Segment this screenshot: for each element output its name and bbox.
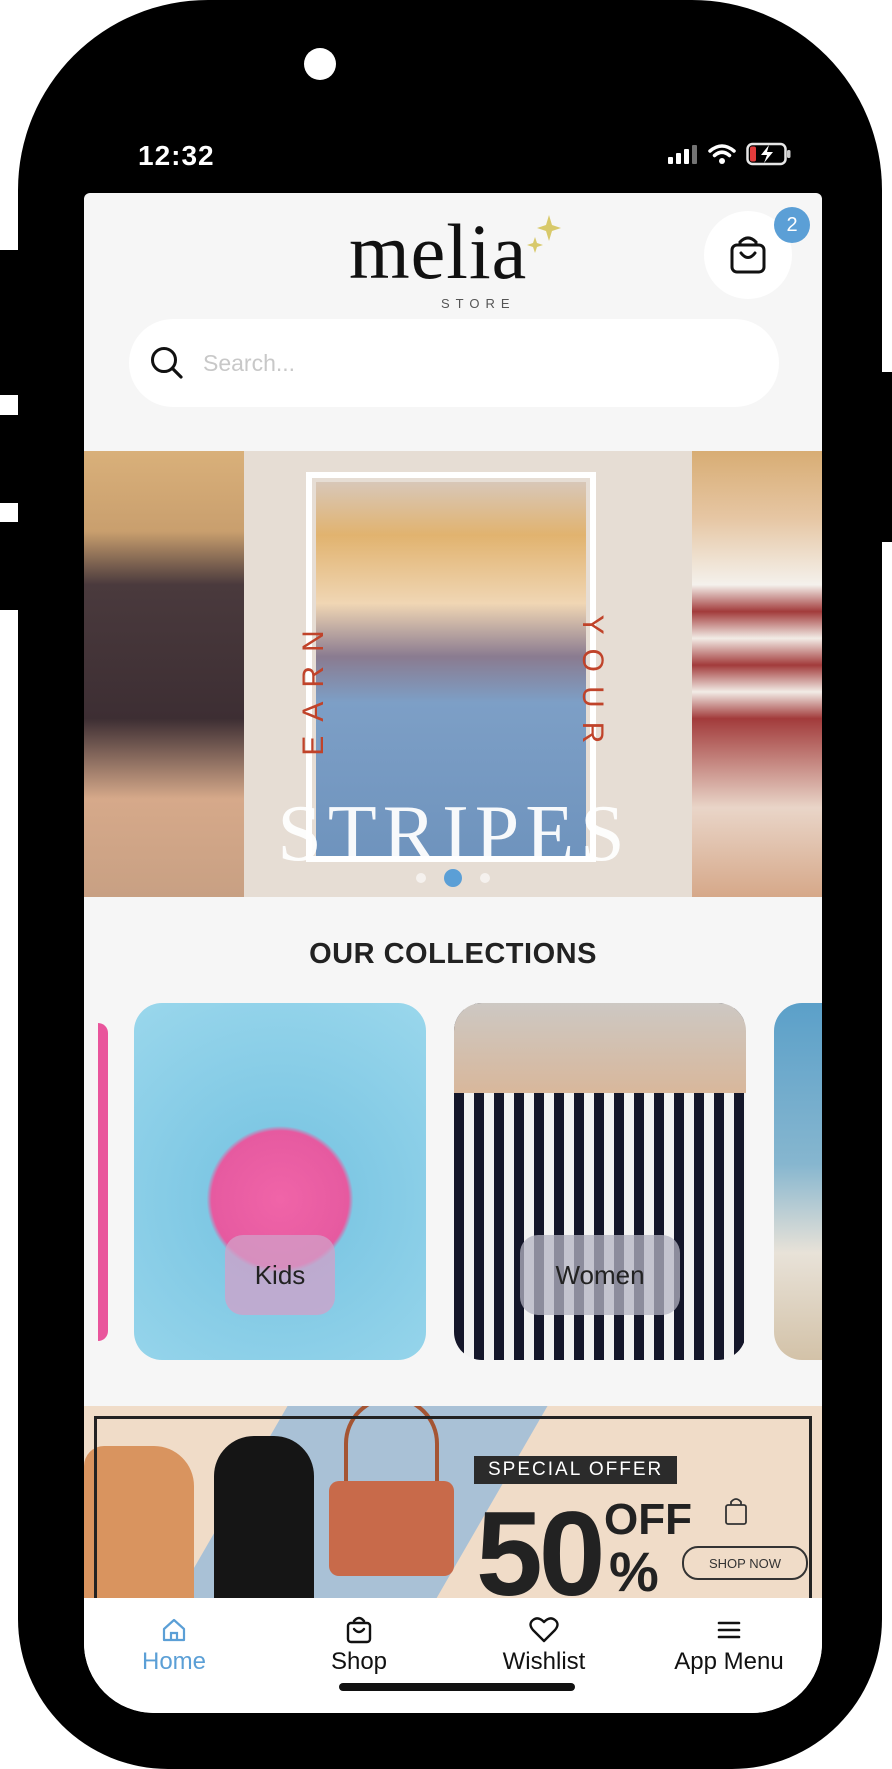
- cart-count-badge: 2: [774, 207, 810, 243]
- nav-label: Shop: [330, 1648, 388, 1675]
- nav-item-home[interactable]: Home: [84, 1616, 264, 1676]
- phone-frame: 12:32 melia STORE 2 Search... EARN YOUR …: [18, 0, 882, 1769]
- hero-text-main: STRIPES: [277, 790, 631, 878]
- promo-off-text: OFF: [604, 1495, 692, 1544]
- collection-card-partial[interactable]: [98, 1023, 108, 1341]
- wifi-icon: [708, 144, 736, 164]
- status-bar: 12:32: [18, 130, 882, 186]
- nav-item-wishlist[interactable]: Wishlist: [454, 1616, 634, 1676]
- hero-image-right: [692, 451, 822, 897]
- hero-text-left: EARN: [297, 616, 330, 756]
- menu-icon: [717, 1621, 741, 1639]
- special-offer-badge: SPECIAL OFFER: [474, 1456, 678, 1484]
- volume-down-button: [0, 522, 20, 610]
- collection-card-partial[interactable]: [774, 1003, 822, 1360]
- collection-label: Kids: [225, 1235, 335, 1315]
- nav-item-shop[interactable]: Shop: [269, 1616, 449, 1676]
- sparkle-icon: [527, 215, 561, 253]
- hero-text-right: YOUR: [576, 614, 609, 758]
- store-logo[interactable]: melia STORE: [349, 208, 561, 311]
- app-screen: melia STORE 2 Search... EARN YOUR STRIPE…: [84, 193, 822, 1713]
- nav-label: App Menu: [674, 1648, 784, 1675]
- logo-text: melia: [349, 208, 528, 295]
- carousel-dot-active[interactable]: [444, 869, 462, 887]
- mute-switch: [0, 250, 20, 395]
- home-icon: [162, 1618, 186, 1642]
- hero-image-left: [84, 451, 244, 897]
- nav-label: Home: [141, 1648, 207, 1675]
- search-icon: [151, 347, 183, 379]
- logo-subtext: STORE: [441, 296, 516, 311]
- carousel-dot[interactable]: [480, 873, 490, 883]
- collections-title: OUR COLLECTIONS: [309, 938, 597, 970]
- status-time: 12:32: [138, 140, 215, 171]
- volume-up-button: [0, 415, 20, 503]
- shop-now-button[interactable]: SHOP NOW: [682, 1546, 808, 1580]
- shopping-bag-icon: [346, 1616, 372, 1644]
- hero-banner[interactable]: EARN YOUR STRIPES: [84, 451, 822, 897]
- shopping-bag-icon: [725, 1498, 747, 1525]
- promo-discount: 50: [476, 1487, 605, 1606]
- search-bar[interactable]: [129, 319, 779, 407]
- shopping-bag-icon: [730, 236, 766, 274]
- front-camera: [304, 48, 336, 80]
- collection-label: Women: [520, 1235, 680, 1315]
- carousel-dot[interactable]: [416, 873, 426, 883]
- home-indicator[interactable]: [339, 1683, 575, 1691]
- collection-card-women[interactable]: Women: [454, 1003, 746, 1360]
- nav-label: Wishlist: [502, 1648, 586, 1675]
- signal-icon: [668, 145, 697, 164]
- promo-banner[interactable]: SPECIAL OFFER 50 OFF % SHOP NOW: [84, 1406, 822, 1606]
- collection-card-kids[interactable]: Kids: [134, 1003, 426, 1360]
- bottom-navigation: Home Shop Wishlist App Menu: [84, 1598, 822, 1713]
- promo-percent: %: [609, 1540, 659, 1603]
- heart-icon: [529, 1617, 559, 1643]
- carousel-indicator[interactable]: [84, 869, 822, 887]
- status-icons: [668, 142, 792, 166]
- search-input[interactable]: [201, 348, 745, 378]
- nav-item-app-menu[interactable]: App Menu: [639, 1616, 819, 1676]
- battery-charging-icon: [746, 142, 791, 166]
